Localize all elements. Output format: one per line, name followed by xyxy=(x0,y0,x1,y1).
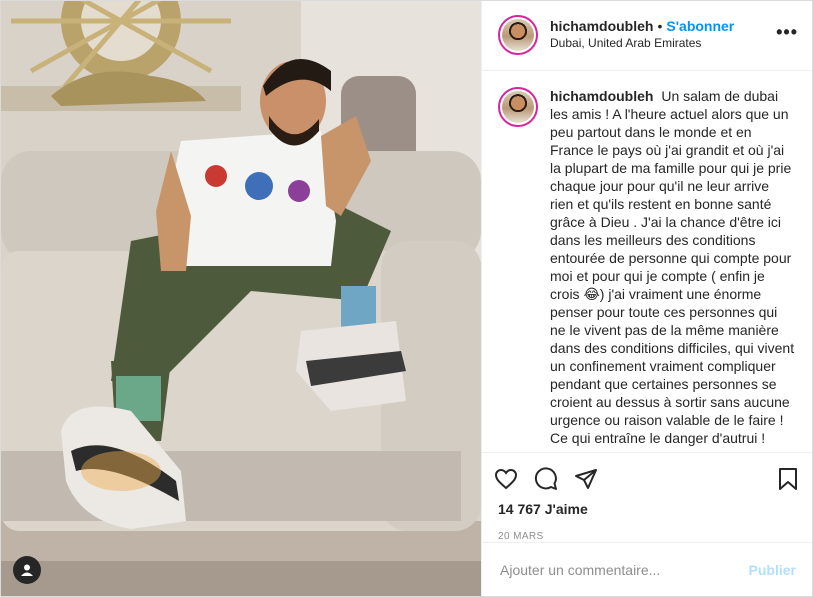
comment-button[interactable] xyxy=(534,459,574,499)
bookmark-icon xyxy=(779,468,797,491)
publish-button[interactable]: Publier xyxy=(749,562,796,578)
share-button[interactable] xyxy=(574,459,614,499)
author-avatar[interactable] xyxy=(498,15,538,56)
post-location[interactable]: Dubai, United Arab Emirates xyxy=(550,35,734,52)
action-icons-row xyxy=(494,459,800,499)
post-header: hichamdoubleh • S'abonner Dubai, United Ar… xyxy=(482,1,812,71)
separator-dot: • xyxy=(657,18,663,35)
share-icon xyxy=(575,469,597,490)
post-side-panel: hichamdoubleh • S'abonner Dubai, United Ar… xyxy=(481,1,812,596)
comments-section: hichamdoubleh Un salam de dubai les amis… xyxy=(482,71,812,452)
caption-username[interactable]: hichamdoubleh xyxy=(550,88,653,104)
comment-icon xyxy=(534,467,557,491)
header-text: hichamdoubleh • S'abonner Dubai, United Ar… xyxy=(550,18,734,52)
user-tag-button[interactable] xyxy=(13,556,41,584)
caption-text: Un salam de dubai les amis ! A l'heure a… xyxy=(550,87,795,446)
more-options-icon[interactable]: ••• xyxy=(776,23,798,41)
post-photo-illustration xyxy=(1,1,481,596)
user-tag-icon xyxy=(21,564,33,576)
add-comment-bar: Publier xyxy=(482,542,812,596)
post-actions: 14 767 J'aime 20 MARS xyxy=(482,452,812,542)
save-button[interactable] xyxy=(760,459,800,499)
follow-button[interactable]: S'abonner xyxy=(666,18,734,34)
comment-input[interactable] xyxy=(498,560,749,579)
instagram-post: hichamdoubleh • S'abonner Dubai, United Ar… xyxy=(0,0,813,597)
post-photo[interactable] xyxy=(1,1,481,596)
heart-icon xyxy=(494,469,518,490)
post-date[interactable]: 20 MARS xyxy=(494,517,800,542)
post-caption: hichamdoubleh Un salam de dubai les amis… xyxy=(550,87,796,447)
like-button[interactable] xyxy=(494,459,534,499)
author-username[interactable]: hichamdoubleh xyxy=(550,18,653,34)
likes-count[interactable]: 14 767 J'aime xyxy=(494,499,800,517)
caption-avatar[interactable] xyxy=(498,86,538,127)
